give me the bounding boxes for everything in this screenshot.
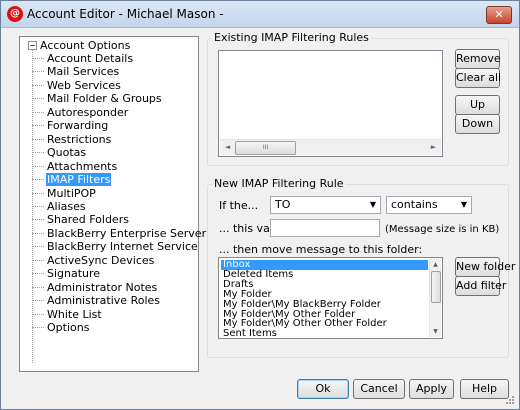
tree-connector — [32, 138, 44, 140]
tree-connector — [32, 313, 44, 315]
folder-list[interactable]: Inbox Deleted Items Drafts My Folder My Fold… — [218, 257, 443, 339]
tree-item-label: Administrator Notes — [47, 280, 158, 294]
chevron-down-icon: ▼ — [460, 200, 467, 209]
tree-connector — [32, 71, 44, 73]
tree-connector — [32, 273, 44, 275]
tree-item-label: IMAP Filters — [46, 173, 112, 187]
tree-item-label: Quotas — [47, 146, 87, 160]
tree-connector — [32, 300, 44, 302]
help-button[interactable]: Help — [460, 379, 509, 399]
if-label: If the... — [219, 199, 259, 212]
value-input[interactable] — [270, 219, 380, 237]
existing-rules-list[interactable]: ◄ III ► — [218, 50, 443, 157]
tree-item-label: Forwarding — [47, 119, 109, 133]
new-folder-button[interactable]: New folder — [455, 257, 515, 277]
remove-button[interactable]: Remove — [455, 49, 501, 69]
options-tree[interactable]: − Account Options Account Details Mail Se… — [19, 36, 206, 372]
tree-root-label: Account Options — [40, 39, 131, 52]
operator-select-value: contains — [391, 198, 438, 211]
tree-connector — [32, 205, 44, 207]
title-bar[interactable]: @ Account Editor - Michael Mason - ✕ — [1, 1, 519, 28]
scroll-right-icon[interactable]: ► — [426, 140, 441, 155]
tree-connector — [32, 98, 44, 100]
tree-connector — [32, 232, 44, 234]
new-rule-title: New IMAP Filtering Rule — [212, 177, 346, 190]
tree-item-label: Administrative Roles — [47, 294, 160, 308]
move-label: ... then move message to this folder: — [219, 243, 423, 256]
tree-item-label: MultiPOP — [47, 186, 96, 200]
scroll-up-icon[interactable]: ▲ — [430, 259, 441, 270]
folder-scroll-thumb[interactable] — [431, 271, 441, 303]
account-editor-window: @ Account Editor - Michael Mason - ✕ − A… — [0, 0, 520, 410]
down-button[interactable]: Down — [455, 114, 500, 134]
tree-connector — [32, 125, 44, 127]
tree-connector — [32, 111, 44, 113]
tree-item-label: ActiveSync Devices — [47, 253, 155, 267]
collapse-icon[interactable]: − — [28, 41, 37, 50]
field-select-value: TO — [275, 198, 291, 211]
tree-connector — [32, 192, 44, 194]
value-hint: (Message size is in KB) — [385, 224, 500, 235]
resize-grip-icon[interactable] — [504, 394, 514, 404]
tree-item-label: BlackBerry Internet Service — [47, 240, 198, 254]
scroll-down-icon[interactable]: ▼ — [430, 326, 441, 337]
folder-vertical-scrollbar[interactable]: ▲ ▼ — [429, 259, 441, 337]
window-title: Account Editor - Michael Mason - — [27, 7, 224, 21]
tree-item-label: Web Services — [47, 78, 121, 92]
dialog-content: − Account Options Account Details Mail Se… — [4, 28, 516, 406]
cancel-button[interactable]: Cancel — [353, 379, 405, 399]
tree-connector — [32, 179, 44, 181]
tree-item-label: Mail Services — [47, 65, 120, 79]
tree-connector — [32, 327, 44, 328]
tree-item-label: Signature — [47, 267, 101, 281]
tree-connector — [32, 246, 44, 248]
existing-rules-title: Existing IMAP Filtering Rules — [212, 31, 371, 44]
tree-item-label: BlackBerry Enterprise Server — [47, 226, 207, 240]
tree-item-label: Attachments — [47, 159, 118, 173]
tree-item-label: Mail Folder & Groups — [47, 92, 162, 106]
folder-list-item[interactable]: Sent Items — [221, 329, 428, 338]
tree-item-label: Restrictions — [47, 132, 112, 146]
tree-item-label: White List — [47, 307, 102, 321]
tree-connector — [32, 259, 44, 261]
clear-all-button[interactable]: Clear all — [455, 68, 501, 88]
close-button[interactable]: ✕ — [486, 6, 512, 24]
tree-connector — [32, 152, 44, 154]
new-rule-group: New IMAP Filtering Rule If the... TO ▼ c… — [207, 177, 515, 358]
rules-horizontal-scrollbar[interactable]: ◄ III ► — [220, 139, 441, 155]
tree-item-label: Options — [47, 321, 90, 334]
existing-rules-group: Existing IMAP Filtering Rules ◄ III ► Re… — [207, 31, 509, 166]
tree-item-label: Shared Folders — [47, 213, 129, 227]
scroll-left-icon[interactable]: ◄ — [220, 140, 235, 155]
up-button[interactable]: Up — [455, 95, 500, 115]
scroll-thumb[interactable]: III — [235, 141, 296, 155]
operator-select[interactable]: contains ▼ — [386, 196, 472, 214]
add-filter-button[interactable]: Add filter — [455, 276, 506, 296]
ok-button[interactable]: Ok — [297, 379, 349, 399]
tree-connector — [32, 58, 44, 59]
field-select[interactable]: TO ▼ — [270, 196, 381, 214]
apply-button[interactable]: Apply — [409, 379, 454, 399]
tree-connector — [32, 219, 44, 221]
app-icon: @ — [7, 6, 23, 22]
tree-item-label: Account Details — [47, 52, 134, 65]
tree-item-label: Autoresponder — [47, 105, 129, 119]
tree-connector — [32, 286, 44, 288]
chevron-down-icon: ▼ — [369, 200, 376, 209]
tree-connector — [32, 84, 44, 86]
tree-connector — [32, 165, 44, 167]
tree-item-label: Aliases — [47, 199, 86, 213]
